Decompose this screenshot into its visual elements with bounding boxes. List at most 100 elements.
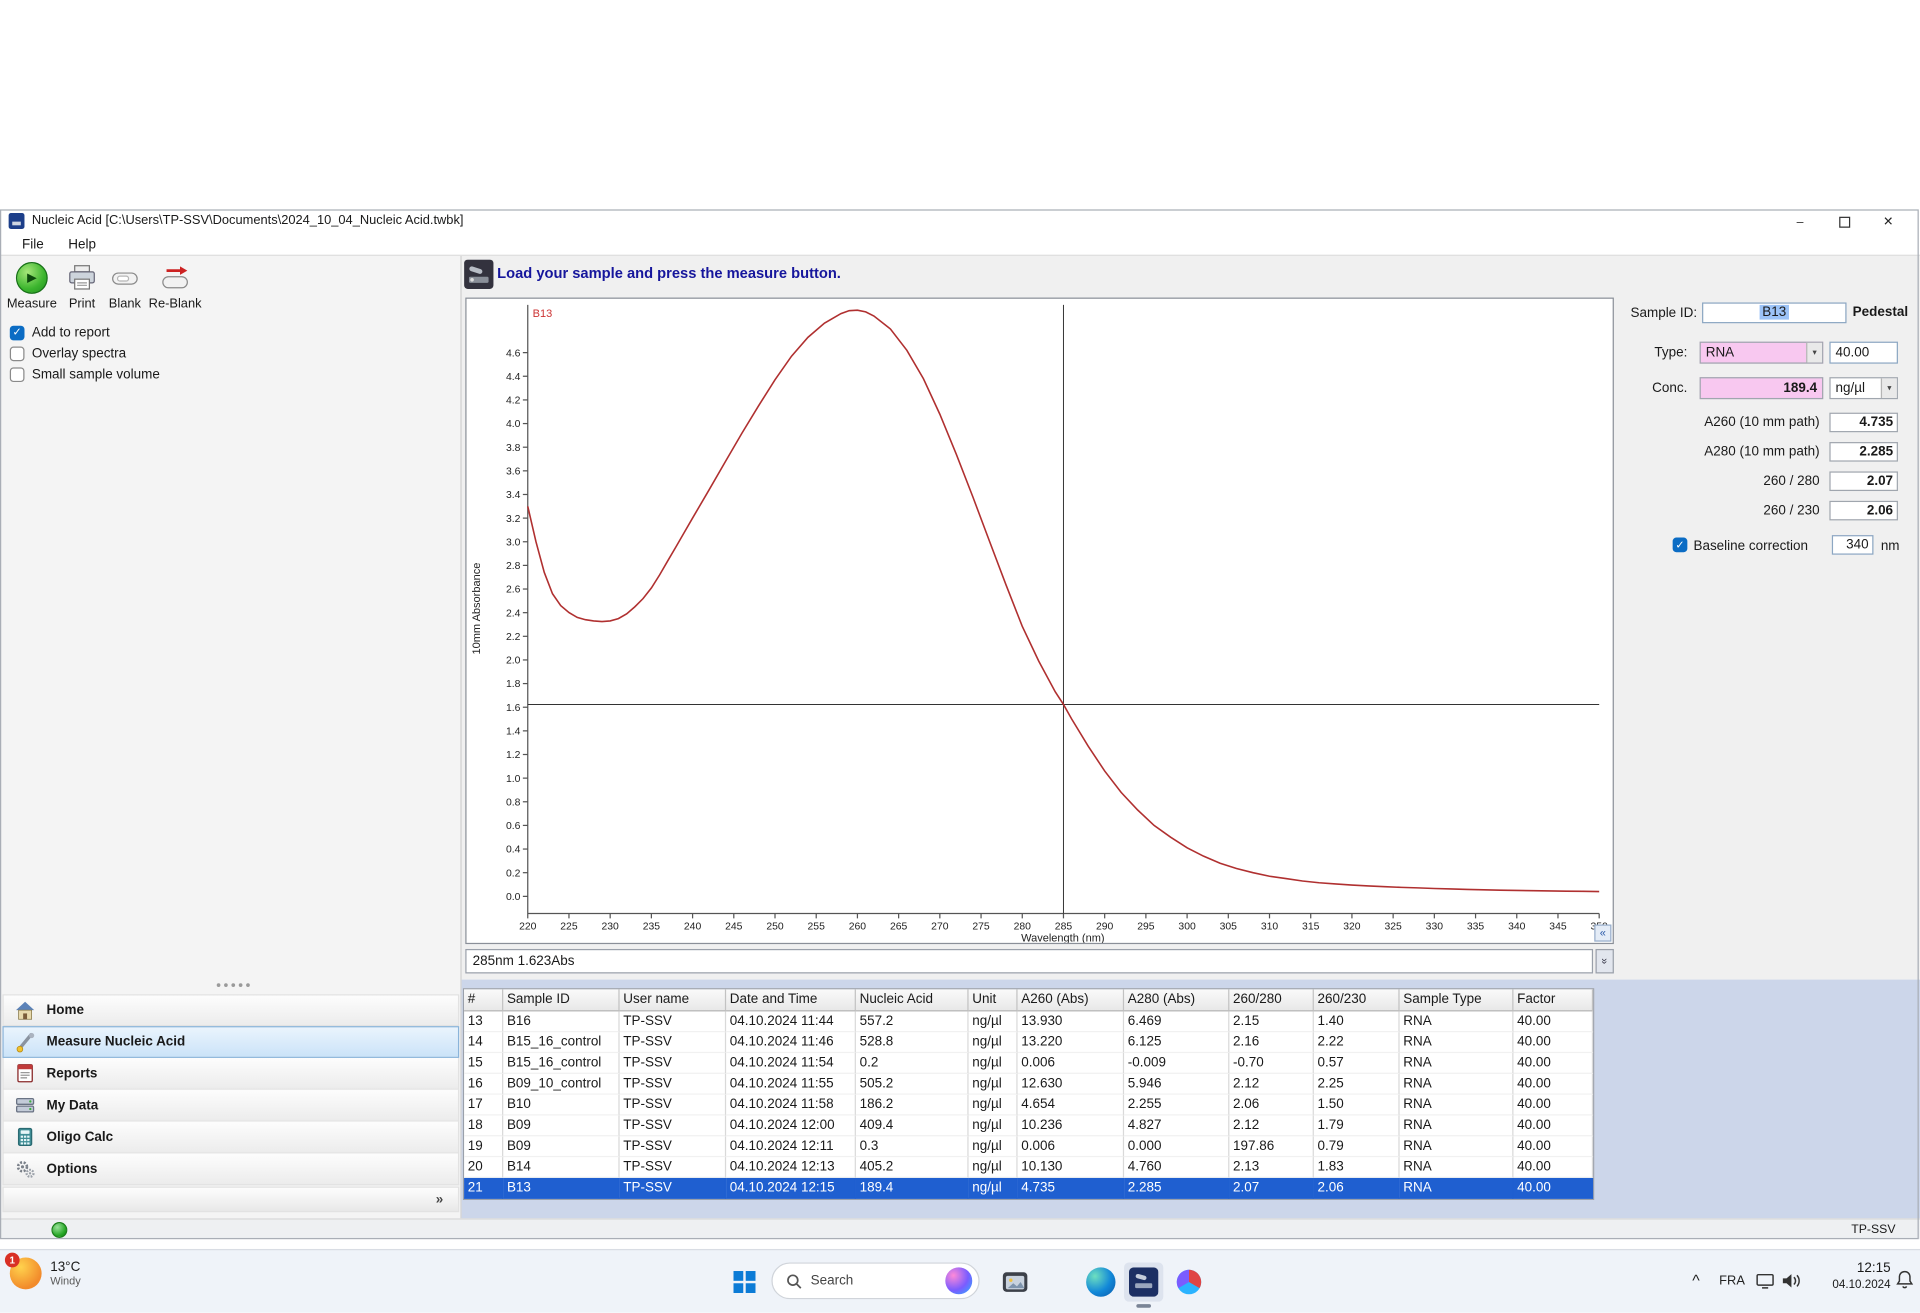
taskbar-search[interactable]: Search [771,1262,980,1300]
table-cell: 0.006 [1017,1136,1125,1158]
svg-text:265: 265 [890,921,908,932]
svg-text:275: 275 [972,921,990,932]
sidebar-item-oligo-calc[interactable]: Oligo Calc [2,1121,460,1154]
panel-splitter-handle[interactable] [208,983,257,987]
table-cell: RNA [1399,1157,1514,1178]
column-header-sample-id[interactable]: Sample ID [503,989,620,1012]
tray-chevron-up[interactable]: ^ [1692,1271,1699,1289]
table-row[interactable]: 18 B09 TP-SSV 04.10.2024 12:00 409.4 ng/µl 10.… [464,1115,1594,1137]
checkbox-label: Overlay spectra [31,345,127,361]
table-cell: B09 [503,1136,620,1158]
sidebar-item-options[interactable]: Options [2,1153,460,1186]
taskbar-clock[interactable]: 12:15 04.10.2024 [1820,1261,1890,1292]
table-cell: 4.735 [1017,1177,1125,1199]
table-row[interactable]: 14 B15_16_control TP-SSV 04.10.2024 11:46 52… [464,1032,1594,1054]
sidebar-item-home[interactable]: Home [2,994,460,1027]
column-header-nucleic-acid[interactable]: Nucleic Acid [855,989,969,1012]
sidebar-item-measure-nucleic-acid[interactable]: Measure Nucleic Acid [2,1026,460,1058]
overlay-spectra-checkbox-row[interactable]: Overlay spectra [9,344,127,362]
menu-bar: File Help [0,233,1920,256]
restore-button[interactable] [1822,209,1866,233]
table-cell: 04.10.2024 11:46 [726,1032,856,1054]
baseline-wavelength-input[interactable]: 340 [1831,535,1874,555]
table-cell: 197.86 [1229,1136,1314,1158]
blank-button[interactable]: Blank [105,261,144,320]
column-header-260-230[interactable]: 260/230 [1313,989,1400,1012]
column-header-[interactable]: # [464,989,504,1012]
sidebar-item-label: My Data [46,1097,99,1113]
menu-help[interactable]: Help [58,237,105,252]
column-header-factor[interactable]: Factor [1513,989,1594,1012]
table-cell: RNA [1399,1032,1514,1054]
baseline-correction-label: Baseline correction [1693,538,1809,554]
sidebar-footer-bar[interactable]: » [2,1186,460,1213]
unchecked-checkbox-icon[interactable] [9,366,25,382]
table-cell: 0.57 [1313,1053,1400,1074]
my-data-icon [15,1095,36,1116]
table-cell: 20 [464,1157,504,1178]
reblank-button[interactable]: Re-Blank [147,261,203,320]
notification-bell-button[interactable] [1896,1270,1914,1293]
baseline-correction-checkbox[interactable]: ✓ [1672,537,1688,553]
table-cell: TP-SSV [619,1115,727,1137]
language-indicator[interactable]: FRA [1719,1273,1745,1288]
taskbar-companion-button[interactable] [1173,1266,1205,1298]
sidebar-item-label: Options [46,1161,98,1177]
table-row[interactable]: 16 B09_10_control TP-SSV 04.10.2024 11:55 50… [464,1073,1594,1095]
table-cell: TP-SSV [619,1032,727,1054]
table-row[interactable]: 13 B16 TP-SSV 04.10.2024 11:44 557.2 ng/µl 13.… [464,1011,1594,1033]
chart-collapse-button[interactable]: « [1594,924,1612,942]
table-row-selected[interactable]: 21 B13 TP-SSV 04.10.2024 12:15 189.4 ng/µl 4.7… [464,1177,1594,1199]
tray-network-volume[interactable] [1756,1271,1803,1294]
spectrum-chart[interactable]: 0.0 0.2 0.4 0.6 0.8 1.0 1.2 1.4 1.6 1.8 2.0 2.2 2.4 2… [467,299,1613,945]
table-row[interactable]: 19 B09 TP-SSV 04.10.2024 12:11 0.3 ng/µl 0.006… [464,1136,1594,1158]
checked-checkbox-icon[interactable]: ✓ [9,325,25,340]
column-header-unit[interactable]: Unit [968,989,1018,1012]
conc-unit-dropdown[interactable]: ng/µl ▾ [1829,377,1898,400]
taskbar-nucleic-acid-button[interactable] [1124,1262,1164,1302]
column-header-sample-type[interactable]: Sample Type [1399,989,1514,1012]
readout-expand-button[interactable]: » [1595,948,1614,974]
table-row[interactable]: 17 B10 TP-SSV 04.10.2024 11:58 186.2 ng/µl 4.6… [464,1094,1594,1116]
sidebar-item-my-data[interactable]: My Data [2,1089,460,1122]
type-dropdown[interactable]: RNA ▾ [1699,341,1824,364]
instrument-icon [464,259,494,289]
table-cell: ng/µl [968,1115,1018,1137]
sidebar-item-label: Home [46,1002,84,1018]
sidebar-item-label: Measure Nucleic Acid [46,1034,186,1050]
sidebar-item-label: Oligo Calc [46,1129,114,1145]
svg-text:0.2: 0.2 [506,868,521,879]
table-cell: 409.4 [855,1115,969,1137]
column-header-date-and-time[interactable]: Date and Time [726,989,856,1012]
table-cell: 505.2 [855,1073,969,1095]
print-button[interactable]: Print [61,261,103,320]
start-button[interactable] [729,1266,761,1298]
table-row[interactable]: 15 B15_16_control TP-SSV 04.10.2024 11:54 0.… [464,1053,1594,1074]
search-icon [787,1273,802,1289]
table-row[interactable]: 20 B14 TP-SSV 04.10.2024 12:13 405.2 ng/µl 10.… [464,1157,1594,1178]
table-cell: 15 [464,1053,504,1074]
column-header-a280-abs[interactable]: A280 (Abs) [1124,989,1230,1012]
close-button[interactable]: ✕ [1866,209,1910,233]
table-cell: RNA [1399,1094,1514,1116]
column-header-260-280[interactable]: 260/280 [1229,989,1314,1012]
column-header-user-name[interactable]: User name [619,989,727,1012]
svg-text:280: 280 [1014,921,1032,932]
table-cell: 2.13 [1229,1157,1314,1178]
small-sample-volume-checkbox-row[interactable]: Small sample volume [9,365,160,383]
column-header-a260-abs[interactable]: A260 (Abs) [1017,989,1125,1012]
taskbar-edge-button[interactable] [1085,1266,1117,1298]
add-to-report-checkbox-row[interactable]: ✓ Add to report [9,323,110,341]
sample-id-input[interactable]: B13 [1702,302,1847,324]
menu-file[interactable]: File [12,237,53,252]
taskbar-photos-button[interactable] [999,1266,1031,1298]
measure-button[interactable]: ▶ Measure [7,261,57,320]
a280-label: A280 (10 mm path) [1704,444,1820,460]
unchecked-checkbox-icon[interactable] [9,345,25,361]
table-cell: 40.00 [1513,1157,1594,1178]
sidebar-item-reports[interactable]: Reports [2,1057,460,1090]
factor-input[interactable]: 40.00 [1829,341,1898,364]
minimize-button[interactable]: – [1778,209,1822,233]
taskbar-weather-widget[interactable]: 1 13°C Windy [4,1252,81,1290]
status-user: TP-SSV [1851,1223,1896,1237]
